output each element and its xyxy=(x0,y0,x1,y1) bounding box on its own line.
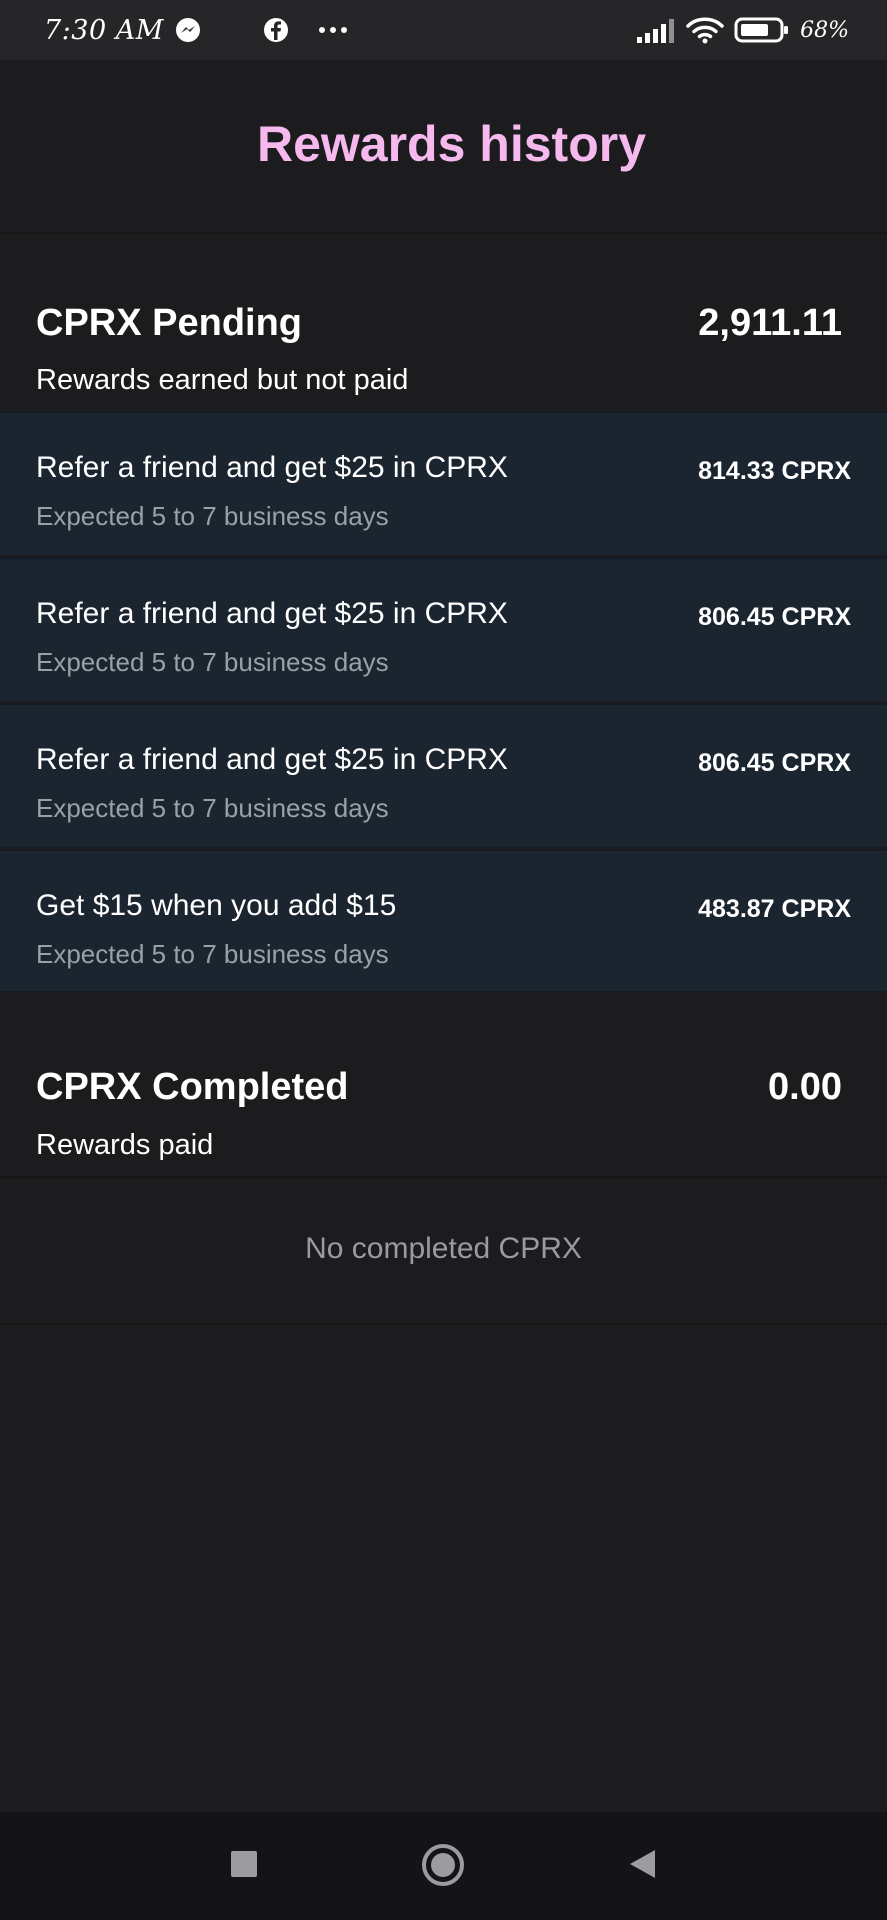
status-left: 7:30 AM xyxy=(44,15,348,46)
page-header: Rewards history xyxy=(0,60,887,234)
reward-title: Refer a friend and get $25 in CPRX xyxy=(36,597,508,630)
reward-title: Refer a friend and get $25 in CPRX xyxy=(36,451,508,484)
completed-section-title: CPRX Completed xyxy=(36,1066,349,1108)
reward-amount: 814.33 CPRX xyxy=(698,457,851,485)
reward-amount: 806.45 CPRX xyxy=(698,603,851,631)
divider xyxy=(0,1323,887,1325)
pending-section-title: CPRX Pending xyxy=(36,302,303,344)
wifi-icon xyxy=(686,16,724,44)
completed-subtitle: Rewards paid xyxy=(36,1129,214,1161)
back-button[interactable] xyxy=(620,1842,664,1886)
reward-amount: 806.45 CPRX xyxy=(698,749,851,777)
reward-row[interactable]: Get $15 when you add $15 Expected 5 to 7… xyxy=(0,849,887,993)
reward-eta: Expected 5 to 7 business days xyxy=(36,939,389,969)
facebook-icon xyxy=(262,16,290,44)
pending-subtitle: Rewards earned but not paid xyxy=(36,364,409,396)
status-time: 7:30 AM xyxy=(44,14,164,46)
empty-state-text: No completed CPRX xyxy=(305,1232,582,1265)
home-circle-icon xyxy=(422,1844,464,1886)
battery-icon xyxy=(734,17,790,43)
reward-amount: 483.87 CPRX xyxy=(698,895,851,923)
pending-total: 2,911.11 xyxy=(698,302,842,344)
page-title: Rewards history xyxy=(256,116,646,172)
reward-eta: Expected 5 to 7 business days xyxy=(36,501,389,531)
recents-button[interactable] xyxy=(222,1842,266,1886)
reward-row[interactable]: Refer a friend and get $25 in CPRX Expec… xyxy=(0,411,887,555)
home-button[interactable] xyxy=(418,1840,468,1890)
messenger-icon xyxy=(174,16,202,44)
back-triangle-icon xyxy=(630,1850,655,1878)
reward-eta: Expected 5 to 7 business days xyxy=(36,793,389,823)
reward-row[interactable]: Refer a friend and get $25 in CPRX Expec… xyxy=(0,703,887,847)
status-right: 68% xyxy=(636,16,849,44)
reward-eta: Expected 5 to 7 business days xyxy=(36,647,389,677)
status-bar: 7:30 AM 68% xyxy=(0,0,887,60)
divider xyxy=(0,1176,887,1178)
system-nav-bar xyxy=(0,1812,887,1920)
battery-percent: 68% xyxy=(800,17,849,43)
more-dots-icon xyxy=(318,26,348,34)
reward-row[interactable]: Refer a friend and get $25 in CPRX Expec… xyxy=(0,557,887,701)
signal-icon xyxy=(636,17,676,43)
reward-title: Get $15 when you add $15 xyxy=(36,889,397,922)
completed-total: 0.00 xyxy=(768,1066,842,1108)
reward-title: Refer a friend and get $25 in CPRX xyxy=(36,743,508,776)
recents-square-icon xyxy=(231,1851,257,1877)
